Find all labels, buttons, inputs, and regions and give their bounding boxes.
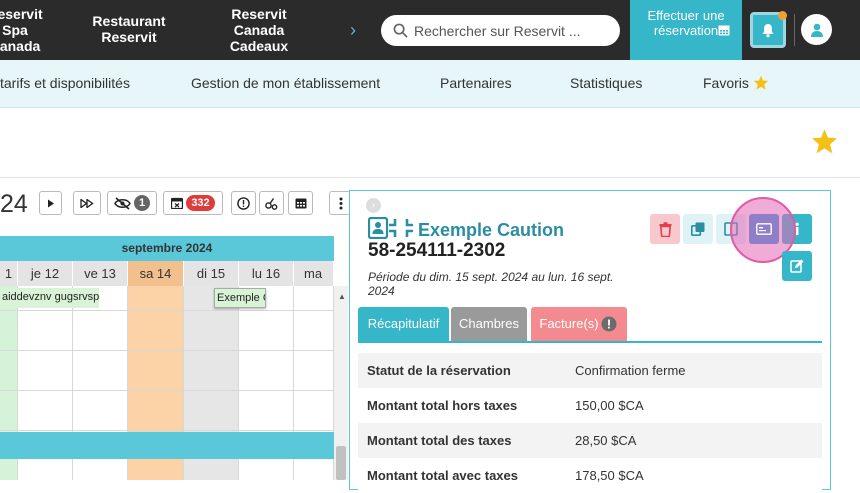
day-header-weekend[interactable]: sa 14 (128, 261, 184, 286)
tab-factures-label: Facture(s) (539, 316, 599, 331)
calendar-x-icon (171, 197, 184, 209)
play-icon (47, 199, 54, 207)
summary-value: 28,50 $CA (575, 433, 637, 448)
eye-slash-icon (114, 196, 131, 210)
calendar-month-header: septembre 2024 (0, 236, 334, 261)
summary-row: Statut de la réservation Confirmation fe… (358, 353, 822, 388)
summary-row: Montant total avec taxes 178,50 $CA (358, 458, 822, 493)
day-header[interactable]: ve 13 (73, 261, 128, 286)
copy-icon (691, 222, 705, 236)
grid-line (0, 430, 334, 431)
booking-bar[interactable]: aiddevznv gugsrvspu (0, 288, 99, 308)
edit-button[interactable] (782, 251, 812, 281)
star-icon (753, 75, 769, 90)
reservation-type-icons (368, 217, 413, 239)
favorite-star-icon[interactable] (811, 128, 838, 154)
ellipsis-vertical-icon (339, 197, 342, 209)
divider (794, 14, 795, 46)
summary-value: Confirmation ferme (575, 363, 686, 378)
subnav-partenaires[interactable]: Partenaires (440, 75, 512, 91)
credit-card-icon (756, 223, 772, 235)
subnav-gestion[interactable]: Gestion de mon établissement (191, 75, 380, 91)
notification-dot (778, 11, 787, 20)
make-reservation-button[interactable]: Effectuer une réservation (630, 0, 742, 60)
day-header-weekend[interactable]: di 15 (184, 261, 239, 286)
day-header[interactable]: lu 16 (239, 261, 294, 286)
attachment-button[interactable] (259, 191, 284, 215)
compress-icon (389, 219, 413, 237)
edit-icon (790, 259, 804, 273)
exclamation-circle-icon (237, 196, 250, 210)
tab-recapitulatif[interactable]: Récapitulatif (358, 307, 449, 341)
duplicate-button[interactable] (683, 214, 713, 244)
booking-bar-selected[interactable]: Exemple C (214, 288, 266, 308)
paperclip-icon (265, 197, 278, 210)
reservation-title: Exemple Caution (418, 220, 565, 240)
collapse-panel-icon[interactable]: › (366, 198, 381, 213)
fast-forward-icon (80, 198, 94, 208)
user-avatar[interactable] (801, 14, 832, 45)
scroll-up-icon[interactable]: ▲ (338, 292, 346, 301)
search-bar (381, 15, 620, 46)
nav-restaurant-link[interactable]: Restaurant Reservit (84, 13, 174, 45)
search-input[interactable] (414, 22, 604, 39)
summary-label: Montant total hors taxes (367, 398, 518, 413)
hidden-items-button[interactable]: 1 (107, 191, 157, 215)
next-week-button[interactable] (73, 191, 101, 215)
notifications-button[interactable] (750, 11, 787, 48)
user-icon (810, 23, 823, 37)
events-count-badge: 332 (186, 195, 215, 211)
calendar-date-label: 24 (0, 190, 28, 218)
nav-cadeaux-link[interactable]: Reservit Canada Cadeaux (214, 0, 304, 52)
tab-chambres[interactable]: Chambres (451, 307, 527, 341)
summary-row: Montant total hors taxes 150,00 $CA (358, 388, 822, 423)
summary-label: Montant total avec taxes (367, 468, 518, 483)
summary-label: Statut de la réservation (367, 363, 511, 378)
calendar-icon (295, 198, 306, 209)
day-header[interactable]: ma 17 (294, 261, 334, 306)
nav-next-arrow-icon[interactable]: › (350, 20, 356, 41)
subnav-statistiques[interactable]: Statistiques (570, 75, 642, 91)
trash-icon (659, 221, 671, 237)
calendar-view-button[interactable] (288, 191, 313, 215)
make-reservation-label: Effectuer une réservation (647, 8, 725, 38)
nav-spa-link[interactable]: Reservit Spa Canada (0, 0, 50, 60)
tab-factures[interactable]: Facture(s) (531, 307, 627, 341)
subnav-favoris[interactable]: Favoris (703, 75, 769, 91)
grid-line (0, 310, 334, 311)
day-header[interactable]: 1 (0, 261, 18, 286)
next-day-button[interactable] (39, 191, 62, 215)
top-navbar: Reservit Spa Canada Restaurant Reservit … (0, 0, 860, 60)
reservation-period: Période du dim. 15 sept. 2024 au lun. 16… (368, 270, 614, 298)
summary-label: Montant total des taxes (367, 433, 512, 448)
calendar-icon (718, 25, 730, 36)
subnav-favoris-label: Favoris (703, 75, 749, 91)
tab-underline (358, 341, 822, 343)
summary-value: 150,00 $CA (575, 398, 644, 413)
subnav-tarifs[interactable]: tarifs et disponibilités (0, 75, 130, 91)
search-icon (393, 23, 408, 38)
alert-button[interactable] (231, 191, 256, 215)
summary-value: 178,50 $CA (575, 468, 644, 483)
events-button[interactable]: 332 (163, 191, 223, 215)
room-type-band (0, 432, 334, 459)
grid-line (0, 350, 334, 351)
payment-card-button[interactable] (749, 214, 779, 244)
summary-row: Montant total des taxes 28,50 $CA (358, 423, 822, 458)
reservation-number: 58-254111-2302 (368, 240, 506, 261)
day-header[interactable]: je 12 (18, 261, 73, 286)
bell-icon (762, 23, 774, 37)
contact-card-icon (368, 217, 389, 239)
divider (0, 177, 860, 178)
more-options-button[interactable] (329, 191, 351, 215)
warning-icon (601, 316, 617, 332)
secondary-navbar: tarifs et disponibilités Gestion de mon … (0, 60, 860, 108)
hidden-count-badge: 1 (133, 195, 151, 211)
scrollbar-thumb[interactable] (336, 446, 346, 480)
grid-line (0, 390, 334, 391)
delete-button[interactable] (650, 214, 680, 244)
